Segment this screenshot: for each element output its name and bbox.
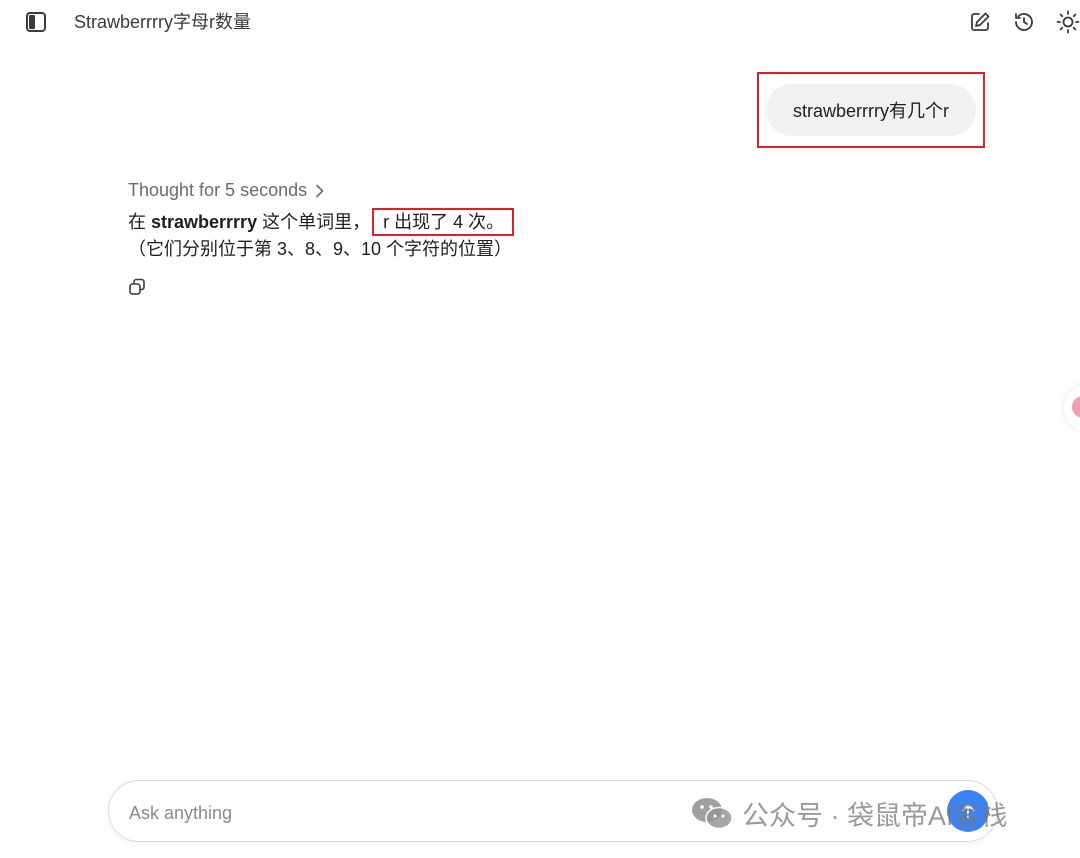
theme-toggle-button[interactable] bbox=[1054, 8, 1080, 36]
sidebar-toggle-icon bbox=[26, 12, 46, 32]
answer-highlight-text: r 出现了 4 次。 bbox=[383, 212, 505, 232]
answer-word: strawberrrry bbox=[151, 212, 258, 232]
answer-prefix: 在 bbox=[128, 212, 152, 232]
edit-icon bbox=[971, 12, 990, 31]
sidebar-toggle-button[interactable] bbox=[24, 10, 48, 34]
assistant-answer-line-2: （它们分别位于第 3、8、9、10 个字符的位置） bbox=[128, 239, 513, 259]
sun-icon bbox=[1056, 10, 1080, 34]
answer-middle: 这个单词里， bbox=[257, 212, 371, 232]
send-button[interactable] bbox=[947, 790, 989, 832]
widget-icon bbox=[1072, 396, 1080, 418]
assistant-answer-line-1: 在 strawberrrry 这个单词里， r 出现了 4 次。 bbox=[128, 208, 515, 236]
copy-button[interactable] bbox=[126, 276, 148, 298]
chat-title: Strawberrrry字母r数量 bbox=[74, 12, 252, 32]
floating-side-widget[interactable] bbox=[1064, 384, 1080, 432]
chevron-right-icon bbox=[316, 184, 324, 197]
user-message-bubble: strawberrrry有几个r bbox=[766, 84, 976, 136]
answer-highlight-box: r 出现了 4 次。 bbox=[372, 208, 515, 236]
copy-icon bbox=[129, 278, 145, 295]
history-button[interactable] bbox=[1010, 8, 1038, 36]
thought-toggle[interactable]: Thought for 5 seconds bbox=[128, 180, 325, 201]
chat-page: Strawberrrry字母r数量 strawberrrry有几个r Thoug… bbox=[0, 0, 1080, 858]
new-chat-button[interactable] bbox=[966, 8, 994, 36]
history-icon bbox=[1015, 13, 1033, 31]
user-message-text: strawberrrry有几个r bbox=[793, 101, 949, 121]
top-bar: Strawberrrry字母r数量 bbox=[0, 0, 1080, 44]
thought-label: Thought for 5 seconds bbox=[128, 180, 308, 200]
composer bbox=[108, 780, 998, 842]
ask-input[interactable] bbox=[127, 795, 871, 831]
arrow-up-icon bbox=[961, 804, 975, 818]
